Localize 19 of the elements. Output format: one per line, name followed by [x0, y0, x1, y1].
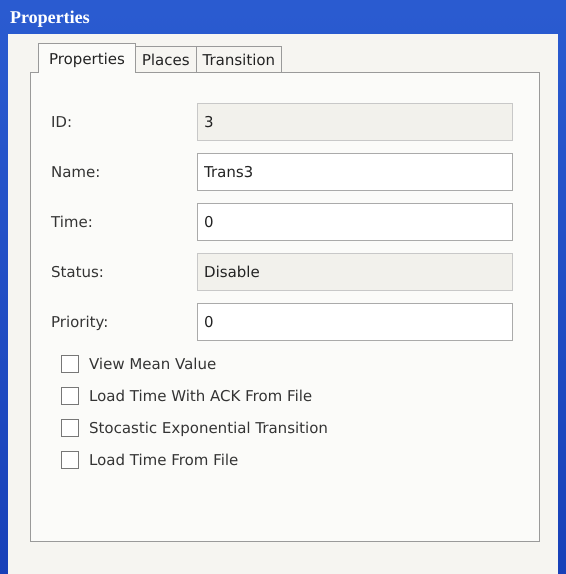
checkbox-label: Load Time With ACK From File [89, 387, 312, 405]
field-label: Name: [51, 163, 102, 181]
checkbox-label: Load Time From File [89, 451, 238, 469]
input-field[interactable]: 0 [197, 303, 513, 341]
checkbox[interactable] [61, 355, 79, 373]
input-field[interactable]: 0 [197, 203, 513, 241]
checkbox[interactable] [61, 419, 79, 437]
window-title: Properties [10, 6, 90, 28]
checkbox-label: View Mean Value [89, 355, 216, 373]
checkbox[interactable] [61, 387, 79, 405]
tab[interactable]: Transition [196, 46, 282, 72]
tab[interactable]: Properties [38, 43, 136, 73]
field-label: ID: [51, 113, 74, 131]
field-label: Status: [51, 263, 105, 281]
checkbox[interactable] [61, 451, 79, 469]
field-label: Time: [51, 213, 94, 231]
input-field[interactable]: Trans3 [197, 153, 513, 191]
checkbox-label: Stocastic Exponential Transition [89, 419, 328, 437]
field-label: Priority: [51, 313, 110, 331]
